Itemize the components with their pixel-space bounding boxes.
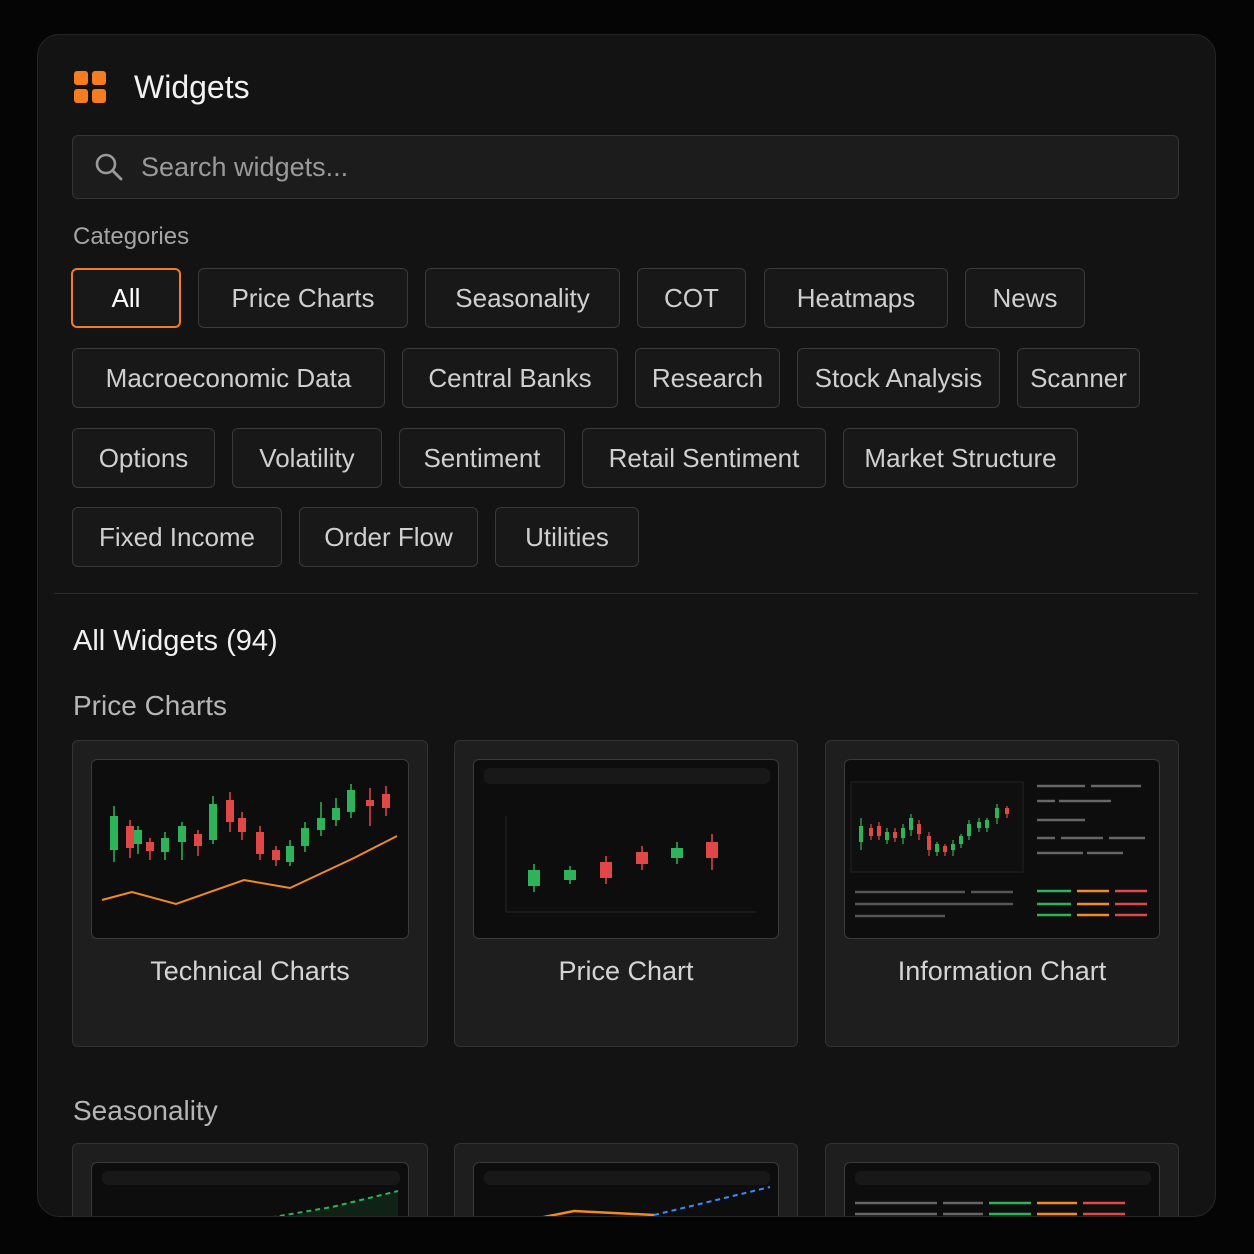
widget-card-price-chart[interactable]: Price Chart xyxy=(454,740,798,1047)
category-chip-cot[interactable]: COT xyxy=(637,268,746,328)
category-chip-retail-sentiment[interactable]: Retail Sentiment xyxy=(582,428,826,488)
category-chip-sentiment[interactable]: Sentiment xyxy=(399,428,565,488)
category-chip-news[interactable]: News xyxy=(965,268,1085,328)
widget-card-seasonality-3[interactable] xyxy=(825,1143,1179,1216)
category-chip-order-flow[interactable]: Order Flow xyxy=(299,507,478,567)
categories-label: Categories xyxy=(73,223,190,250)
price-chart-preview xyxy=(473,759,779,939)
category-chip-macroeconomic-data[interactable]: Macroeconomic Data xyxy=(72,348,385,408)
information-chart-preview xyxy=(844,759,1160,939)
group-title-price-charts: Price Charts xyxy=(73,690,228,721)
seasonality-preview xyxy=(844,1162,1160,1216)
category-chip-scanner[interactable]: Scanner xyxy=(1017,348,1140,408)
category-chip-stock-analysis[interactable]: Stock Analysis xyxy=(797,348,1000,408)
candlestick-preview-icon xyxy=(484,768,770,913)
divider xyxy=(54,593,1198,594)
category-chip-heatmaps[interactable]: Heatmaps xyxy=(764,268,948,328)
widget-card-information-chart[interactable]: Information Chart xyxy=(825,740,1179,1047)
search-placeholder: Search widgets... xyxy=(141,151,349,182)
category-chip-market-structure[interactable]: Market Structure xyxy=(843,428,1078,488)
widget-card-technical-charts[interactable]: Technical Charts xyxy=(72,740,428,1047)
grid-icon xyxy=(74,71,106,103)
all-widgets-title: All Widgets (94) xyxy=(73,625,278,657)
category-chip-central-banks[interactable]: Central Banks xyxy=(402,348,618,408)
information-preview-icon xyxy=(850,781,1147,918)
category-chip-volatility[interactable]: Volatility xyxy=(232,428,382,488)
category-chip-fixed-income[interactable]: Fixed Income xyxy=(72,507,282,567)
group-title-seasonality: Seasonality xyxy=(73,1095,218,1126)
category-chip-seasonality[interactable]: Seasonality xyxy=(425,268,620,328)
panel-header: Widgets xyxy=(74,69,250,105)
search-icon xyxy=(95,153,123,181)
widgets-panel: Widgets Search widgets... Categories All… xyxy=(37,34,1216,1217)
category-chip-utilities[interactable]: Utilities xyxy=(495,507,639,567)
technical-charts-preview xyxy=(91,759,409,939)
category-chip-all[interactable]: All xyxy=(71,268,181,328)
category-chip-price-charts[interactable]: Price Charts xyxy=(198,268,408,328)
widget-card-label: Information Chart xyxy=(897,956,1107,986)
candlestick-preview-icon xyxy=(101,784,398,906)
seasonality-preview xyxy=(473,1162,779,1216)
page-title: Widgets xyxy=(134,68,250,105)
seasonality-preview xyxy=(91,1162,409,1216)
widget-card-seasonality-2[interactable] xyxy=(454,1143,798,1216)
category-chip-research[interactable]: Research xyxy=(635,348,780,408)
category-chip-options[interactable]: Options xyxy=(72,428,215,488)
widget-card-label: Technical Charts xyxy=(150,956,350,986)
widget-card-label: Price Chart xyxy=(558,956,694,986)
search-input[interactable]: Search widgets... xyxy=(72,135,1179,199)
widget-card-seasonality-1[interactable] xyxy=(72,1143,428,1216)
